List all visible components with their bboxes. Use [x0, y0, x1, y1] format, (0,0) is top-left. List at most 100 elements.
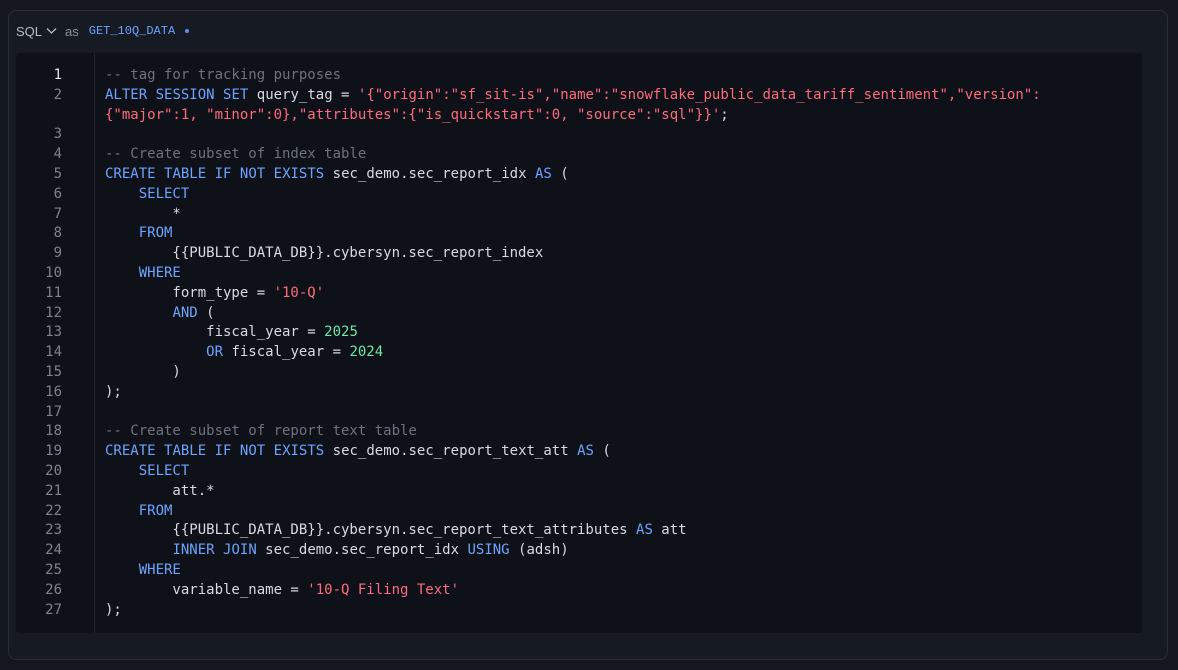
code-token: -- Create subset of index table [105, 146, 367, 163]
code-token: EXISTS [273, 166, 325, 182]
line-number: 3 [53, 126, 62, 143]
code-token: WHERE [138, 562, 181, 578]
code-token: IF [214, 443, 232, 460]
code-token: AS [577, 443, 594, 460]
code-token: ( [593, 443, 611, 460]
code-token: (adsh) [509, 542, 569, 559]
code-line: 14 OR fiscal_year = 2024 [16, 342, 1142, 362]
line-number: 12 [45, 304, 62, 321]
line-number: 23 [45, 522, 62, 539]
code-token: USING [467, 542, 510, 559]
code-line: 5 CREATE TABLE IF NOT EXISTS sec_demo.sec… [16, 164, 1142, 184]
code-token: ); [105, 383, 122, 400]
code-token: ( [197, 304, 215, 321]
code-token: JOIN [223, 542, 257, 559]
code-token: ) [105, 364, 181, 380]
line-number: 13 [45, 324, 62, 341]
line-number: 17 [45, 403, 62, 420]
code-token: query_tag = [248, 86, 358, 103]
line-number: 15 [45, 364, 62, 380]
line-code: FROM [105, 223, 173, 243]
code-token: INNER [172, 542, 215, 559]
line-code: ); [105, 382, 122, 402]
code-token: FROM [138, 502, 173, 519]
code-line: 15 ) [16, 362, 1142, 382]
code-token: SET [223, 86, 249, 103]
line-number: 2 [53, 86, 62, 103]
line-number: 25 [45, 562, 62, 578]
code-token: -- tag for tracking purposes [105, 67, 342, 83]
line-code: -- Create subset of index table [105, 144, 366, 164]
code-token: '10-Q Filing Text' [307, 581, 460, 598]
code-token: AS [534, 166, 552, 182]
as-label: as [65, 23, 79, 39]
line-number: 5 [53, 166, 62, 182]
line-code: -- Create subset of report text table [105, 421, 417, 441]
line-number: 8 [53, 225, 62, 242]
code-token: IF [214, 166, 232, 182]
line-number: 18 [45, 423, 62, 440]
line-code: CREATE TABLE IF NOT EXISTS sec_demo.sec_… [105, 441, 611, 461]
code-line: 9 {{PUBLIC_DATA_DB}}.cybersyn.sec_report… [16, 243, 1142, 263]
code-line: 1 -- tag for tracking purposes [16, 65, 1142, 85]
code-editor[interactable]: 1 -- tag for tracking purposes 2 ALTER SESS… [16, 53, 1142, 633]
line-code: form_type = '10-Q' [105, 283, 324, 303]
line-number: 20 [45, 463, 62, 479]
code-token: -- Create subset of report text table [105, 423, 417, 440]
line-code: CREATE TABLE IF NOT EXISTS sec_demo.sec_… [105, 164, 569, 184]
code-token: {"major":1, "minor":0},"attributes":{"is… [105, 106, 721, 123]
line-code: -- tag for tracking purposes [105, 65, 341, 85]
code-token: CREATE [105, 166, 156, 182]
line-code: WHERE [105, 263, 181, 283]
code-line: 27); [16, 600, 1142, 620]
line-number: 10 [45, 265, 62, 281]
line-number: 24 [45, 542, 62, 559]
code-token: 2025 [324, 324, 358, 341]
line-code: SELECT [105, 184, 190, 204]
line-code: WHERE [105, 560, 181, 580]
result-name[interactable]: GET_10Q_DATA [89, 24, 175, 38]
line-code: SELECT [105, 461, 190, 481]
code-line: 12 AND ( [16, 303, 1142, 323]
code-token: OR [206, 344, 224, 361]
code-line: 7 * [16, 204, 1142, 224]
code-token: TABLE [164, 166, 207, 182]
code-token: ; [720, 106, 729, 123]
line-number: 4 [53, 146, 62, 163]
code-token: fiscal_year = [105, 324, 325, 341]
line-code: {{PUBLIC_DATA_DB}}.cybersyn.sec_report_t… [105, 520, 686, 540]
code-token: AND [172, 304, 198, 321]
code-line: 10 WHERE [16, 263, 1142, 283]
status-dot-icon [185, 29, 190, 33]
line-number: 19 [45, 443, 62, 460]
code-token: variable_name = [105, 581, 308, 598]
code-token: ); [105, 601, 122, 618]
code-line: 25 WHERE [16, 560, 1142, 580]
line-code: ); [105, 600, 122, 620]
language-selector[interactable]: SQL [16, 24, 57, 39]
line-number: 16 [45, 383, 62, 400]
code-token: SELECT [138, 185, 190, 202]
line-code: {"major":1, "minor":0},"attributes":{"is… [105, 105, 729, 125]
code-token: SESSION [155, 86, 215, 103]
code-token: att.* [105, 482, 215, 499]
line-number: 6 [53, 185, 62, 202]
code-line: 20 SELECT [16, 461, 1142, 481]
code-token: '10-Q' [273, 284, 325, 301]
code-token: {{PUBLIC_DATA_DB}}.cybersyn.sec_report_i… [105, 245, 544, 262]
line-number: 21 [45, 482, 62, 499]
line-number: 26 [45, 581, 62, 598]
code-line: 16); [16, 382, 1142, 402]
code-token: ( [551, 166, 569, 182]
code-line: 21 att.* [16, 481, 1142, 501]
code-line: 26 variable_name = '10-Q Filing Text' [16, 580, 1142, 600]
code-token: EXISTS [273, 443, 325, 460]
